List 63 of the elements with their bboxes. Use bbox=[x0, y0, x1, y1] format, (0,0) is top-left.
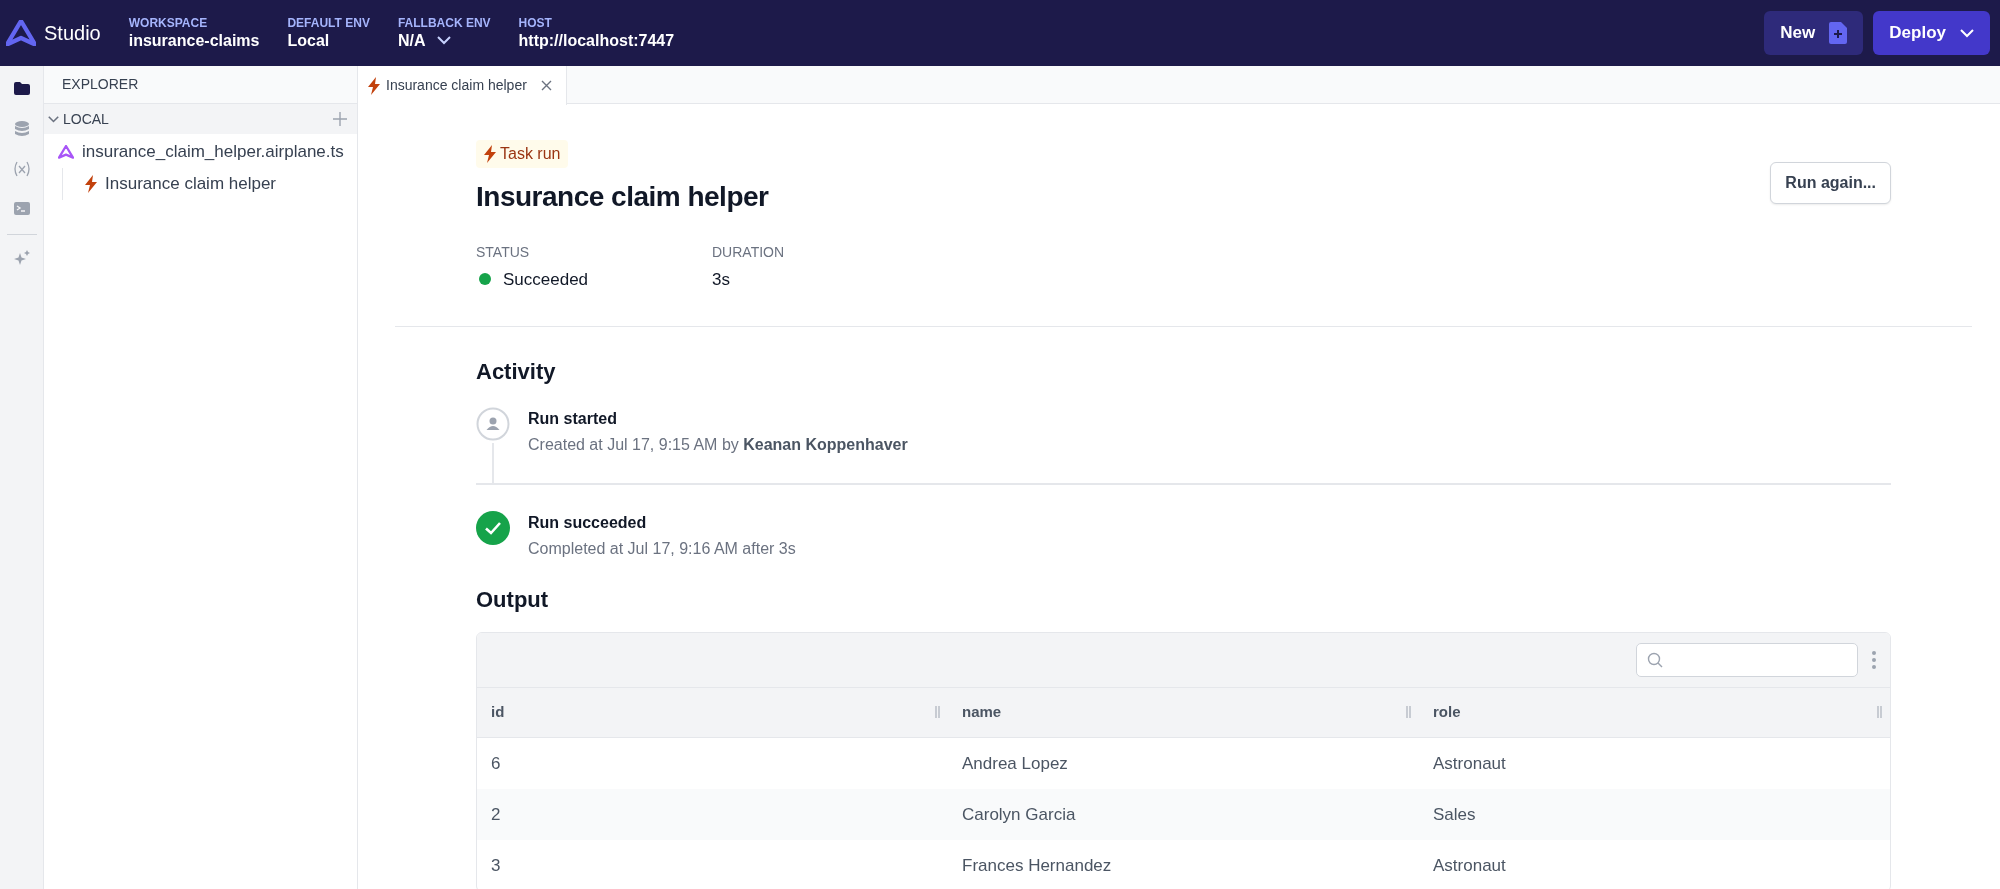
resize-handle-icon[interactable] bbox=[1406, 706, 1411, 719]
field-label: DURATION bbox=[712, 242, 786, 262]
person-icon bbox=[476, 407, 510, 442]
table-cell-text: Astronaut bbox=[1433, 854, 1506, 877]
table-cell-text: Carolyn Garcia bbox=[962, 803, 1076, 826]
new-button[interactable]: New bbox=[1764, 11, 1864, 55]
file-plus-icon bbox=[1829, 22, 1848, 44]
folder-icon[interactable] bbox=[12, 80, 31, 98]
field-value: 3s bbox=[712, 268, 730, 291]
table-cell-text: Frances Hernandez bbox=[962, 854, 1112, 877]
field-label: DEFAULT ENV bbox=[287, 16, 370, 31]
field-value: Succeeded bbox=[503, 268, 589, 291]
lightning-icon bbox=[484, 145, 496, 163]
variable-icon[interactable] bbox=[12, 160, 31, 178]
event-detail: Completed at Jul 17, 9:16 AM after 3s bbox=[528, 539, 796, 560]
chevron-down-icon bbox=[437, 35, 452, 45]
page-title: Insurance claim helper bbox=[476, 180, 770, 214]
search-field[interactable] bbox=[1636, 642, 1858, 677]
event-detail: Created at Jul 17, 9:15 AM by Keanan Koppenhaver bbox=[528, 435, 908, 456]
table-cell-text: Andrea Lopez bbox=[962, 752, 1068, 775]
run-again-button[interactable]: Run again... bbox=[1770, 162, 1891, 204]
field-value: insurance-claims bbox=[128, 30, 260, 50]
column-header[interactable]: name bbox=[962, 701, 1002, 724]
deploy-button[interactable]: Deploy bbox=[1873, 11, 1990, 55]
resize-handle-icon[interactable] bbox=[935, 706, 940, 719]
event-title: Run started bbox=[528, 409, 618, 430]
task-run-tag: Task run bbox=[476, 140, 569, 168]
tab[interactable]: Insurance claim helper bbox=[358, 66, 567, 105]
section-title: Output bbox=[476, 587, 550, 614]
column-header[interactable]: role bbox=[1433, 701, 1461, 724]
field-value: Local bbox=[287, 30, 331, 50]
section-title: Activity bbox=[476, 359, 557, 386]
panel-title: EXPLORER bbox=[62, 75, 139, 94]
tree-item[interactable]: Insurance claim helper bbox=[67, 168, 357, 200]
file-logo-icon bbox=[58, 145, 74, 159]
lightning-icon bbox=[368, 76, 380, 95]
table-cell-text: 3 bbox=[491, 854, 501, 877]
field-label: HOST bbox=[518, 16, 553, 31]
close-icon[interactable] bbox=[540, 80, 552, 91]
column-header[interactable]: id bbox=[491, 701, 505, 724]
table-cell-text: 2 bbox=[491, 803, 501, 826]
field-value: http://localhost:7447 bbox=[518, 30, 675, 50]
table-cell-text: 6 bbox=[491, 752, 501, 775]
section-header[interactable]: LOCAL bbox=[44, 104, 357, 134]
field-label: FALLBACK ENV bbox=[397, 16, 491, 31]
table-cell-text: Astronaut bbox=[1433, 752, 1506, 775]
chevron-down-icon bbox=[1960, 28, 1974, 38]
search-icon bbox=[1647, 651, 1663, 668]
table-cell-text: Sales bbox=[1433, 803, 1476, 826]
database-icon[interactable] bbox=[12, 120, 31, 138]
more-vertical-icon[interactable] bbox=[1872, 650, 1876, 669]
env-dropdown[interactable]: N/A bbox=[397, 30, 452, 50]
field-label: WORKSPACE bbox=[128, 16, 209, 31]
tree-item[interactable]: insurance_claim_helper.airplane.ts bbox=[44, 136, 357, 168]
lightning-icon bbox=[85, 175, 97, 193]
terminal-icon[interactable] bbox=[12, 200, 31, 218]
logo-icon bbox=[6, 20, 36, 46]
check-circle-icon bbox=[476, 511, 510, 546]
resize-handle-icon[interactable] bbox=[1877, 706, 1882, 719]
event-title: Run succeeded bbox=[528, 513, 648, 534]
field-label: STATUS bbox=[476, 242, 531, 262]
brand-name: Studio bbox=[44, 21, 101, 46]
plus-icon[interactable] bbox=[333, 112, 347, 126]
